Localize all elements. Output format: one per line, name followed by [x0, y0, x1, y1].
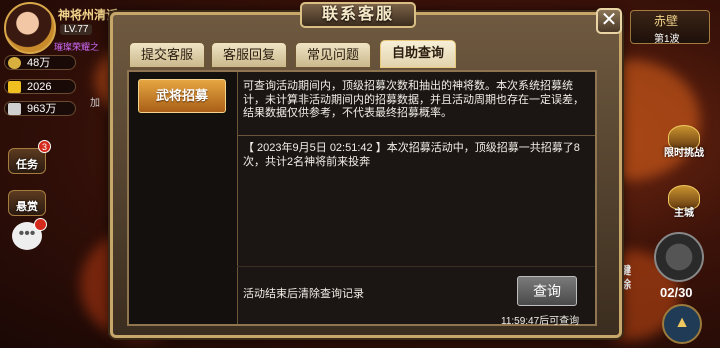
close-icon: ✕	[600, 9, 618, 31]
limited-challenge-label: 限时挑战	[664, 148, 704, 159]
player-name: 神将州清话	[58, 8, 119, 22]
auto-battle-icon[interactable]	[654, 232, 704, 282]
resource-silver[interactable]: 963万	[4, 101, 76, 116]
divider	[237, 266, 595, 267]
bounty-label: 悬赏	[16, 201, 38, 213]
close-button[interactable]: ✕	[596, 8, 622, 34]
left-hud: 神将州清话 LV.77 璀璨荣耀之 48万 2026 963万 加 任务 3 悬…	[0, 0, 120, 348]
gold-icon	[8, 81, 21, 93]
chat-button[interactable]: •••	[12, 218, 47, 250]
resource-value: 2026	[27, 81, 52, 93]
query-sidebar: 武将招募	[129, 72, 238, 324]
wave-counter: 02/30	[660, 285, 693, 300]
query-result: 【 2023年9月5日 02:51:42 】本次招募活动中，顶级招募一共招募了8…	[243, 142, 580, 168]
query-cooldown: 11:59:47后可查询	[501, 316, 580, 327]
resource-gold[interactable]: 2026	[4, 79, 76, 94]
clear-record-note: 活动结束后清除查询记录	[243, 288, 364, 300]
main-city-label: 主城	[674, 208, 694, 219]
task-badge: 3	[38, 140, 51, 153]
navigate-button[interactable]: ▲	[662, 304, 702, 344]
resource-value: 48万	[27, 57, 51, 69]
dialog-title: 联系客服	[300, 2, 416, 28]
general-recruit-button[interactable]: 武将招募	[138, 79, 226, 113]
resource-power[interactable]: 48万	[4, 55, 76, 70]
stage-name: 赤壁	[654, 14, 679, 28]
limited-challenge-button[interactable]: 限时挑战	[656, 125, 712, 159]
bounty-button[interactable]: 悬赏	[6, 190, 50, 218]
tab-support-reply[interactable]: 客服回复	[211, 42, 287, 68]
tab-faq[interactable]: 常见问题	[295, 42, 371, 68]
tab-submit-ticket[interactable]: 提交客服	[129, 42, 205, 68]
query-description: 可查询活动期间内，顶级招募次数和抽出的神将数。本次系统招募统计，未计算非活动期间…	[243, 80, 584, 119]
stage-wave: 第1波	[654, 34, 680, 45]
tab-self-query[interactable]: 自助查询	[380, 40, 456, 68]
arrow-up-icon: ▲	[674, 314, 690, 331]
query-button[interactable]: 查询	[517, 276, 577, 306]
self-query-panel: 武将招募 可查询活动期间内，顶级招募次数和抽出的神将数。本次系统招募统计，未计算…	[127, 70, 597, 327]
player-avatar[interactable]	[4, 2, 56, 54]
main-city-button[interactable]: 主城	[656, 185, 712, 219]
chat-bubble-icon: •••	[18, 225, 36, 242]
task-label: 任务	[16, 159, 38, 171]
resource-value: 963万	[27, 103, 57, 115]
chat-badge	[34, 218, 47, 231]
power-icon	[8, 57, 21, 69]
divider	[237, 135, 595, 136]
silver-icon	[8, 103, 21, 115]
player-level: LV.77	[60, 24, 93, 35]
plus-label: 加	[90, 98, 100, 109]
task-button[interactable]: 任务 3	[6, 140, 51, 176]
player-title: 璀璨荣耀之	[54, 42, 100, 52]
